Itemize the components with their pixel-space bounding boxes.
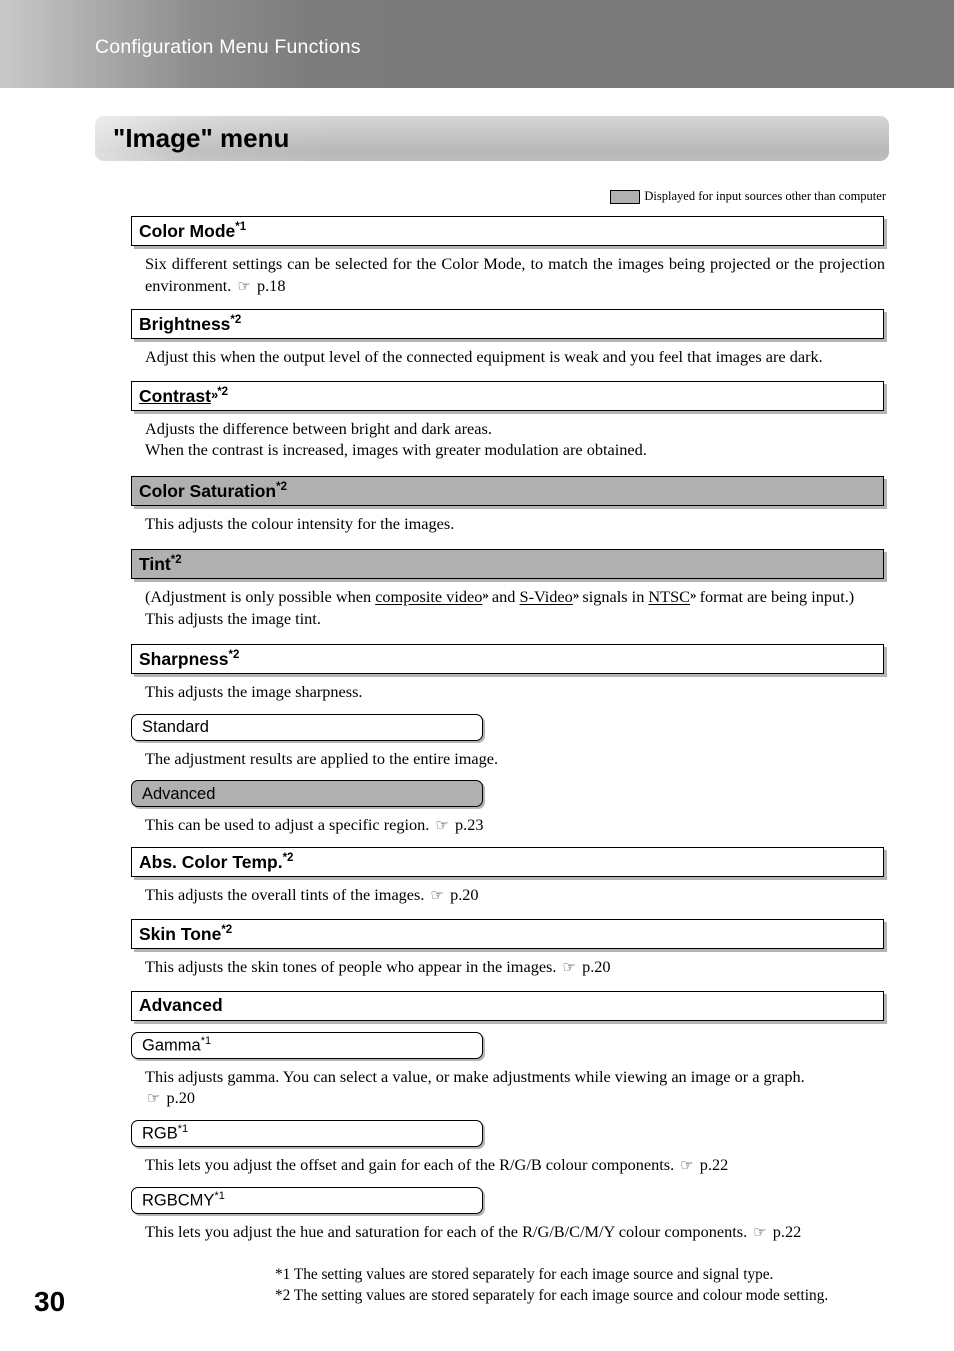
menu-subitem-rgbcmy[interactable]: RGBCMY*1	[131, 1186, 483, 1214]
pointing-hand-icon: ☞	[147, 1089, 161, 1108]
legend: Displayed for input sources other than c…	[610, 189, 886, 204]
menu-item-title: Sharpness*2	[139, 648, 240, 669]
menu-item-description-contrast: Adjusts the difference between bright an…	[145, 418, 647, 460]
page-reference[interactable]: p.22	[700, 1155, 729, 1174]
section-title-banner: "Image" menu	[95, 116, 889, 161]
menu-item-color-mode[interactable]: Color Mode*1	[131, 216, 884, 246]
running-header-title: Configuration Menu Functions	[95, 36, 361, 58]
pointing-hand-icon: ☞	[237, 276, 251, 295]
page-reference[interactable]: p.22	[773, 1222, 802, 1241]
glossary-term-s-video[interactable]: S-Video	[520, 587, 573, 606]
page-title: "Image" menu	[113, 123, 290, 153]
menu-item-description-tint: (Adjustment is only possible when compos…	[145, 587, 855, 628]
menu-subitem-description-standard: The adjustment results are applied to th…	[145, 748, 499, 768]
legend-swatch-icon	[610, 189, 641, 204]
pointing-hand-icon: ☞	[562, 957, 576, 976]
footnote-marker: *1	[214, 1190, 225, 1203]
page-reference[interactable]: p.20	[582, 957, 611, 976]
pointing-hand-icon: ☞	[430, 886, 444, 905]
menu-subitem-advanced[interactable]: Advanced	[131, 780, 483, 808]
menu-item-description-color-mode: Six different settings can be selected f…	[145, 254, 885, 295]
page-reference[interactable]: p.18	[257, 276, 286, 295]
page-running-header: Configuration Menu Functions	[0, 0, 954, 88]
menu-item-description-sharpness: This adjusts the image sharpness.	[145, 682, 363, 702]
menu-item-title: Tint*2	[139, 553, 182, 574]
footnote-marker: *2	[170, 554, 182, 567]
menu-item-skin-tone[interactable]: Skin Tone*2	[131, 918, 884, 949]
footnote-marker: *1	[200, 1035, 212, 1048]
menu-item-description-skin-tone: This adjusts the skin tones of people wh…	[145, 956, 611, 976]
menu-subitem-title: RGB*1	[142, 1123, 189, 1143]
menu-item-advanced-group[interactable]: Advanced	[131, 990, 884, 1021]
menu-item-title: Brightness*2	[139, 313, 242, 334]
footnote-marker: *1	[235, 220, 247, 233]
footnote-1: *1 The setting values are stored separat…	[275, 1266, 774, 1283]
menu-item-description-color-saturation: This adjusts the colour intensity for th…	[145, 513, 455, 533]
menu-subitem-standard[interactable]: Standard	[131, 713, 483, 741]
pointing-hand-icon: ☞	[435, 816, 449, 835]
menu-item-description-brightness: Adjust this when the output level of the…	[145, 347, 823, 367]
menu-item-title: Skin Tone*2	[139, 923, 233, 944]
page-reference[interactable]: p.20	[167, 1088, 196, 1107]
menu-item-abs-color-temp[interactable]: Abs. Color Temp.*2	[131, 847, 884, 878]
menu-item-tint[interactable]: Tint*2	[131, 549, 884, 580]
glossary-term-ntsc[interactable]: NTSC	[648, 587, 690, 606]
menu-item-title: Color Saturation*2	[139, 480, 287, 501]
menu-item-sharpness[interactable]: Sharpness*2	[131, 644, 884, 675]
footnotes: *1 The setting values are stored separat…	[275, 1264, 895, 1306]
menu-item-list: Color Mode*1 Six different settings can …	[131, 216, 887, 1243]
menu-item-contrast[interactable]: Contrast»*2	[131, 380, 884, 411]
menu-item-title: Color Mode*1	[139, 220, 247, 241]
menu-subitem-description-advanced: This can be used to adjust a specific re…	[145, 815, 484, 835]
page-reference[interactable]: p.20	[450, 885, 479, 904]
page-reference[interactable]: p.23	[455, 815, 484, 834]
menu-item-description-abs-color-temp: This adjusts the overall tints of the im…	[145, 885, 479, 905]
menu-subitem-title: Standard	[142, 718, 209, 737]
footnote-marker: *2	[230, 314, 242, 327]
footnote-marker: *2	[221, 923, 233, 936]
menu-subitem-gamma[interactable]: Gamma*1	[131, 1031, 483, 1059]
menu-subitem-description-rgbcmy: This lets you adjust the hue and saturat…	[145, 1221, 802, 1241]
footnote-marker: *2	[217, 385, 229, 398]
menu-item-title: Contrast»*2	[139, 385, 229, 406]
menu-subitem-title: Advanced	[142, 784, 216, 803]
pointing-hand-icon: ☞	[680, 1155, 694, 1174]
menu-item-title: Abs. Color Temp.*2	[139, 851, 294, 872]
menu-subitem-title: RGBCMY*1	[142, 1190, 225, 1210]
footnote-marker: *2	[276, 480, 287, 493]
footnote-marker: *2	[228, 649, 240, 662]
page-number: 30	[34, 1286, 66, 1317]
menu-item-brightness[interactable]: Brightness*2	[131, 309, 884, 340]
legend-label: Displayed for input sources other than c…	[644, 189, 886, 203]
menu-subitem-description-rgb: This lets you adjust the offset and gain…	[145, 1154, 729, 1174]
menu-item-title: Advanced	[139, 994, 223, 1015]
glossary-term-composite-video[interactable]: composite video	[375, 587, 482, 606]
footnote-marker: *2	[282, 851, 294, 864]
footnote-2: *2 The setting values are stored separat…	[275, 1287, 829, 1305]
menu-subitem-rgb[interactable]: RGB*1	[131, 1119, 483, 1147]
pointing-hand-icon: ☞	[753, 1222, 767, 1241]
menu-item-color-saturation[interactable]: Color Saturation*2	[131, 475, 884, 506]
menu-subitem-description-gamma: This adjusts gamma. You can select a val…	[145, 1066, 805, 1108]
footnote-marker: *1	[177, 1123, 189, 1136]
menu-subitem-title: Gamma*1	[142, 1035, 212, 1055]
